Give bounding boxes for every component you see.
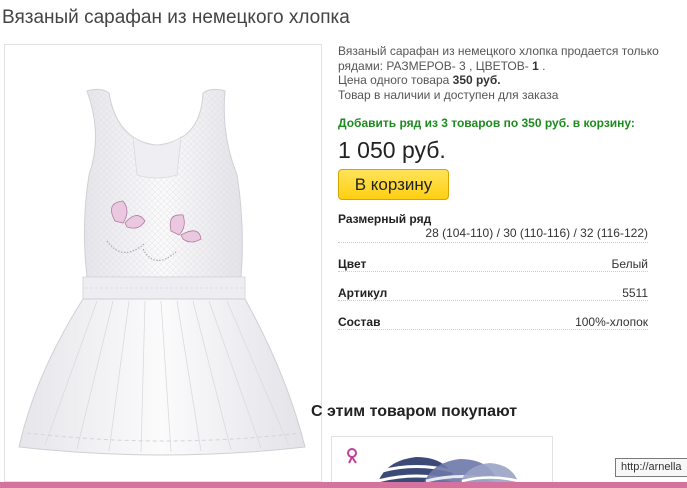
product-image[interactable] [4,44,322,482]
spec-key: Цвет [338,257,371,271]
related-products-heading: С этим товаром покупают [311,403,518,420]
spec-value: Белый [607,257,648,271]
desc-unit-price-label: Цена одного товара [338,73,453,87]
link-url-tooltip: http://arnella [615,458,687,477]
desc-line-2-end: . [538,58,546,73]
desc-line-1: Вязаный сарафан из немецкого хлопка прод… [338,44,659,58]
desc-line-3: Цена одного товара 350 руб. [338,73,678,88]
related-product-thumbnail [347,448,520,487]
size-range-values: 28 (104-110) / 30 (110-116) / 32 (116-12… [338,226,648,243]
spec-value: 5511 [618,286,648,300]
dress-illustration [18,88,306,456]
desc-sizes-text: рядами: РАЗМЕРОВ- 3 , ЦВЕТОВ- [338,58,533,73]
spec-row-article: Артикул 5511 [338,286,648,301]
spec-row-color: Цвет Белый [338,257,648,272]
desc-unit-price: 350 руб. [452,73,501,87]
related-product-card[interactable] [331,436,553,488]
gift-bow-icon [347,448,357,464]
desc-colors-count: 1 [532,58,539,73]
product-description: Вязаный сарафан из немецкого хлопка прод… [338,44,678,102]
desc-line-4: Товар в наличии и доступен для заказа [338,87,559,102]
add-row-offer: Добавить ряд из 3 товаров по 350 руб. в … [338,116,635,130]
add-to-cart-button[interactable]: В корзину [338,169,449,200]
product-title: Вязаный сарафан из немецкого хлопка [2,7,350,28]
desc-line-2: рядами: РАЗМЕРОВ- 3 , ЦВЕТОВ- 1 . [338,59,678,74]
size-range-label: Размерный ряд [338,212,432,226]
spec-key: Артикул [338,286,392,300]
spec-row-composition: Состав 100%-хлопок [338,315,648,330]
bottom-bar [0,482,687,488]
spec-value: 100%-хлопок [571,315,648,329]
spec-table: Размерный ряд 28 (104-110) / 30 (110-116… [338,212,648,330]
product-price: 1 050 руб. [338,137,446,163]
spec-key: Состав [338,315,385,329]
